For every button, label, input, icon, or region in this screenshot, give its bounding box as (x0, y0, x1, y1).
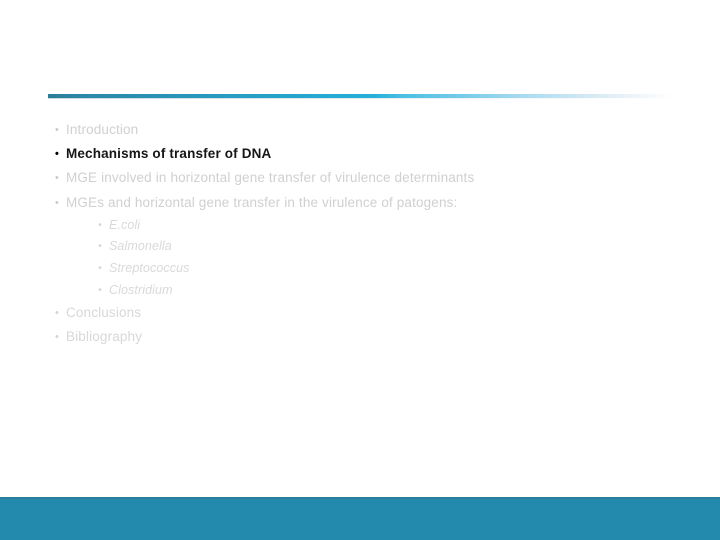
bullet-icon: • (54, 331, 59, 344)
outline-subitem-streptococcus[interactable]: • Streptococcus (92, 258, 668, 280)
header-divider (48, 92, 672, 99)
bullet-icon: • (98, 241, 102, 253)
outline-subitem-salmonella[interactable]: • Salmonella (92, 236, 668, 258)
outline-item-mges-and-hgt-virulence[interactable]: • MGEs and horizontal gene transfer in t… (48, 191, 668, 302)
outline-item-label: Bibliography (66, 329, 143, 345)
bullet-icon: • (54, 124, 59, 136)
bullet-icon: • (54, 196, 59, 209)
outline-item-label: MGE involved in horizontal gene transfer… (66, 170, 475, 186)
outline-content: • Introduction • Mechanisms of transfer … (48, 118, 668, 350)
outline-item-mechanisms-of-transfer-of-dna[interactable]: • Mechanisms of transfer of DNA (48, 142, 668, 166)
outline-subitem-label: Streptococcus (109, 261, 190, 275)
footer-band (0, 497, 720, 540)
outline-item-introduction[interactable]: • Introduction (48, 118, 668, 142)
outline-subitem-label: Salmonella (109, 239, 172, 254)
outline-sublist-pathogens: • E.coli • Salmonella • Streptococcus • … (66, 215, 668, 301)
bullet-icon: • (54, 307, 59, 320)
outline-list: • Introduction • Mechanisms of transfer … (48, 118, 668, 350)
header-divider-shadow (48, 98, 672, 99)
outline-subitem-label: E.coli (109, 217, 141, 232)
outline-subitem-ecoli[interactable]: • E.coli (92, 215, 668, 237)
bullet-icon: • (98, 284, 102, 296)
outline-item-label: MGEs and horizontal gene transfer in the… (66, 194, 458, 210)
outline-item-bibliography[interactable]: • Bibliography (48, 325, 668, 349)
outline-item-label: Mechanisms of transfer of DNA (66, 146, 272, 162)
bullet-icon: • (98, 263, 102, 274)
slide-canvas: • Introduction • Mechanisms of transfer … (0, 0, 720, 540)
bullet-icon: • (54, 148, 59, 161)
outline-item-mge-involved[interactable]: • MGE involved in horizontal gene transf… (48, 166, 668, 190)
bullet-icon: • (54, 172, 59, 185)
outline-item-label: Introduction (66, 122, 139, 137)
bullet-icon: • (98, 219, 102, 231)
outline-subitem-clostridium[interactable]: • Clostridium (92, 280, 668, 302)
outline-item-label: Conclusions (66, 305, 142, 321)
footer-band-edge (0, 497, 720, 499)
outline-item-conclusions[interactable]: • Conclusions (48, 301, 668, 325)
outline-subitem-label: Clostridium (109, 282, 173, 297)
